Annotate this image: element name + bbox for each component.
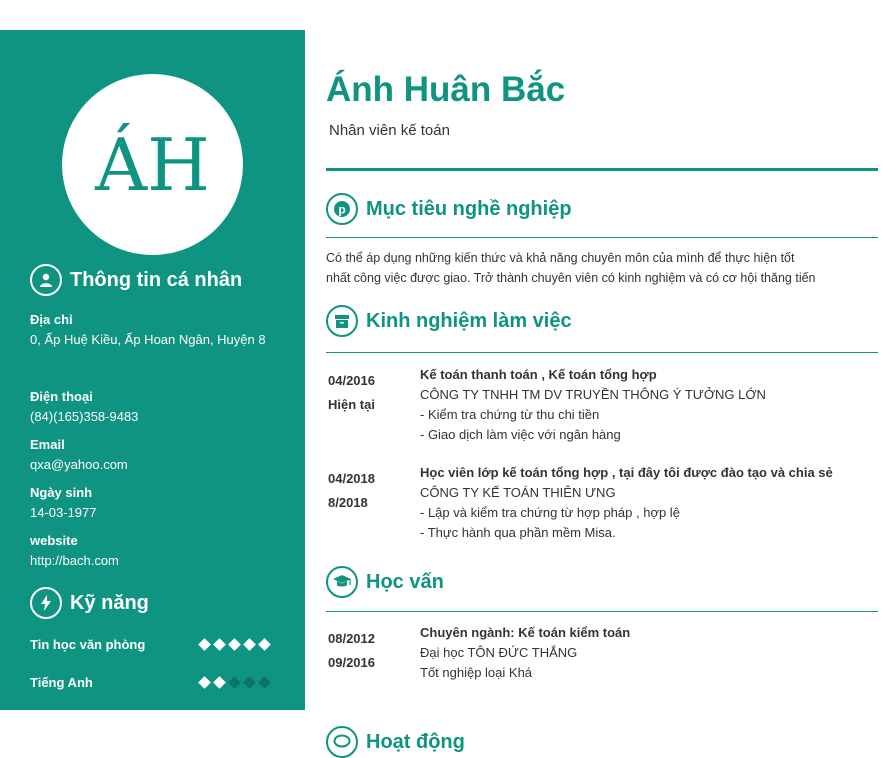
experience-heading: Kinh nghiệm làm việc: [326, 305, 572, 337]
skill-row: Tiếng Anh: [30, 675, 271, 690]
education-dates: 08/2012 09/2016: [328, 631, 375, 670]
education-heading: Học vấn: [326, 566, 444, 598]
skill-level: [198, 638, 271, 651]
education-school: Đại học TÔN ĐỨC THẮNG: [420, 645, 578, 660]
skill-row: Tin học văn phòng: [30, 637, 271, 652]
section-divider: [326, 237, 878, 238]
skill-diamond: [258, 638, 271, 651]
experience-company: CÔNG TY KẾ TOÁN THIÊN ƯNG: [420, 485, 616, 500]
objective-text-1: Có thể áp dụng những kiến thức và khả nă…: [326, 251, 795, 265]
skills-title: Kỹ năng: [70, 591, 149, 614]
field-address: Địa chỉ 0, Ấp Huệ Kiều, Ấp Hoan Ngân, Hu…: [30, 312, 266, 347]
skills-heading: Kỹ năng: [30, 587, 149, 619]
skill-level: [198, 676, 271, 689]
skill-diamond: [243, 676, 256, 689]
svg-text:p: p: [338, 203, 345, 217]
experience-duty: - Kiểm tra chứng từ thu chi tiền: [420, 407, 600, 422]
user-icon: [30, 264, 62, 296]
skill-diamond: [213, 676, 226, 689]
activities-heading: Hoạt động: [326, 726, 465, 758]
experience-dates: 04/2016 Hiện tại: [328, 373, 375, 412]
skill-diamond: [213, 638, 226, 651]
experience-position: Kế toán thanh toán , Kế toán tổng hợp: [420, 367, 657, 382]
section-divider: [326, 352, 878, 353]
education-grade: Tốt nghiệp loại Khá: [420, 665, 533, 680]
field-phone: Điện thoại (84)(165)358-9483: [30, 389, 139, 424]
experience-duty: - Thực hành qua phần mềm Misa.: [420, 525, 616, 540]
personal-info-title: Thông tin cá nhân: [70, 268, 243, 291]
skill-diamond: [258, 676, 271, 689]
experience-company: CÔNG TY TNHH TM DV TRUYỀN THÔNG Ý TƯỞNG …: [420, 387, 766, 402]
lightning-icon: [30, 587, 62, 619]
avatar: ÁH: [62, 74, 243, 255]
candidate-name: Ánh Huân Bắc: [326, 70, 566, 109]
field-birthday: Ngày sinh 14-03-1977: [30, 485, 97, 520]
pinterest-icon: p: [326, 193, 358, 225]
education-major: Chuyên ngành: Kế toán kiểm toán: [420, 625, 631, 640]
skill-diamond: [198, 638, 211, 651]
field-website: website http://bach.com: [30, 533, 119, 568]
field-email: Email qxa@yahoo.com: [30, 437, 128, 472]
header-divider: [326, 168, 878, 171]
objective-text-2: nhất công việc được giao. Trở thành chuy…: [326, 271, 816, 285]
speech-bubble-icon: [326, 726, 358, 758]
archive-icon: [326, 305, 358, 337]
skill-diamond: [243, 638, 256, 651]
experience-duty: - Lập và kiểm tra chứng từ hợp pháp , hợ…: [420, 505, 680, 520]
objective-heading: p Mục tiêu nghề nghiệp: [326, 193, 572, 225]
skill-diamond: [228, 638, 241, 651]
experience-dates: 04/2018 8/2018: [328, 471, 375, 510]
experience-duty: - Giao dịch làm việc với ngân hàng: [420, 427, 621, 442]
personal-info-heading: Thông tin cá nhân: [30, 264, 242, 296]
graduation-cap-icon: [326, 566, 358, 598]
candidate-role: Nhân viên kế toán: [329, 122, 450, 139]
skill-diamond: [228, 676, 241, 689]
experience-position: Học viên lớp kế toán tổng hợp , tại đây …: [420, 465, 833, 480]
skill-diamond: [198, 676, 211, 689]
section-divider: [326, 611, 878, 612]
sidebar: ÁH Thông tin cá nhân Địa chỉ 0, Ấp Huệ K…: [0, 30, 305, 710]
avatar-initials: ÁH: [95, 122, 210, 207]
